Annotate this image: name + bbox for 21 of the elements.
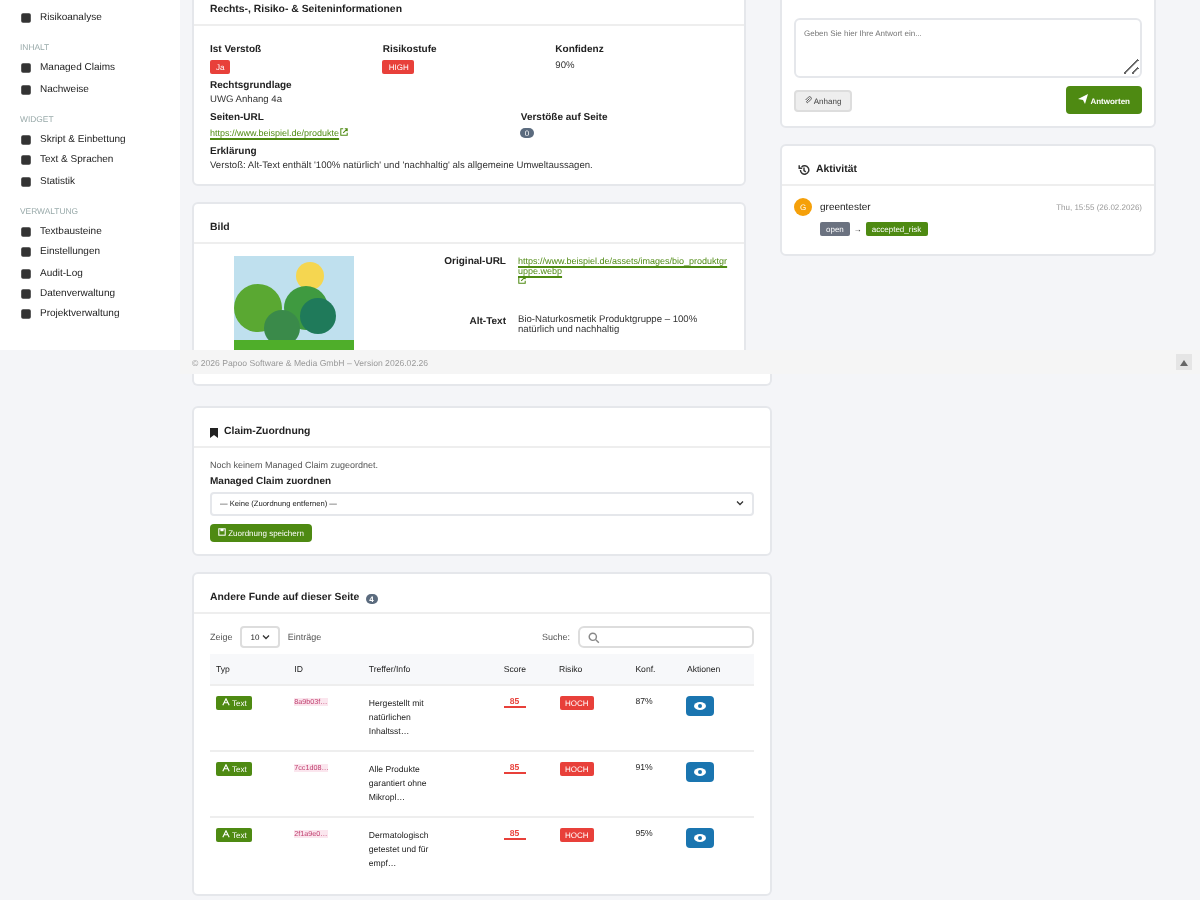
external-link-icon (339, 128, 348, 136)
bookmark-icon (210, 427, 218, 437)
search-field[interactable] (578, 626, 754, 648)
eye-icon (694, 702, 707, 710)
search-icon (588, 631, 600, 643)
chevron-down-icon (736, 500, 744, 506)
view-button[interactable] (686, 762, 715, 782)
nav-icon (20, 12, 32, 25)
view-button[interactable] (686, 828, 715, 848)
send-icon (1078, 94, 1089, 104)
scroll-top-button[interactable] (1176, 354, 1192, 370)
save-icon (218, 528, 226, 536)
chevron-up-icon (1180, 359, 1188, 365)
eye-icon (694, 834, 707, 842)
image-thumbnail (234, 256, 354, 350)
paperclip-icon (804, 95, 812, 103)
external-link-icon (518, 276, 526, 284)
chevron-down-icon (261, 634, 270, 640)
view-button[interactable] (686, 696, 715, 716)
history-icon (798, 164, 810, 176)
eye-icon (694, 768, 707, 776)
